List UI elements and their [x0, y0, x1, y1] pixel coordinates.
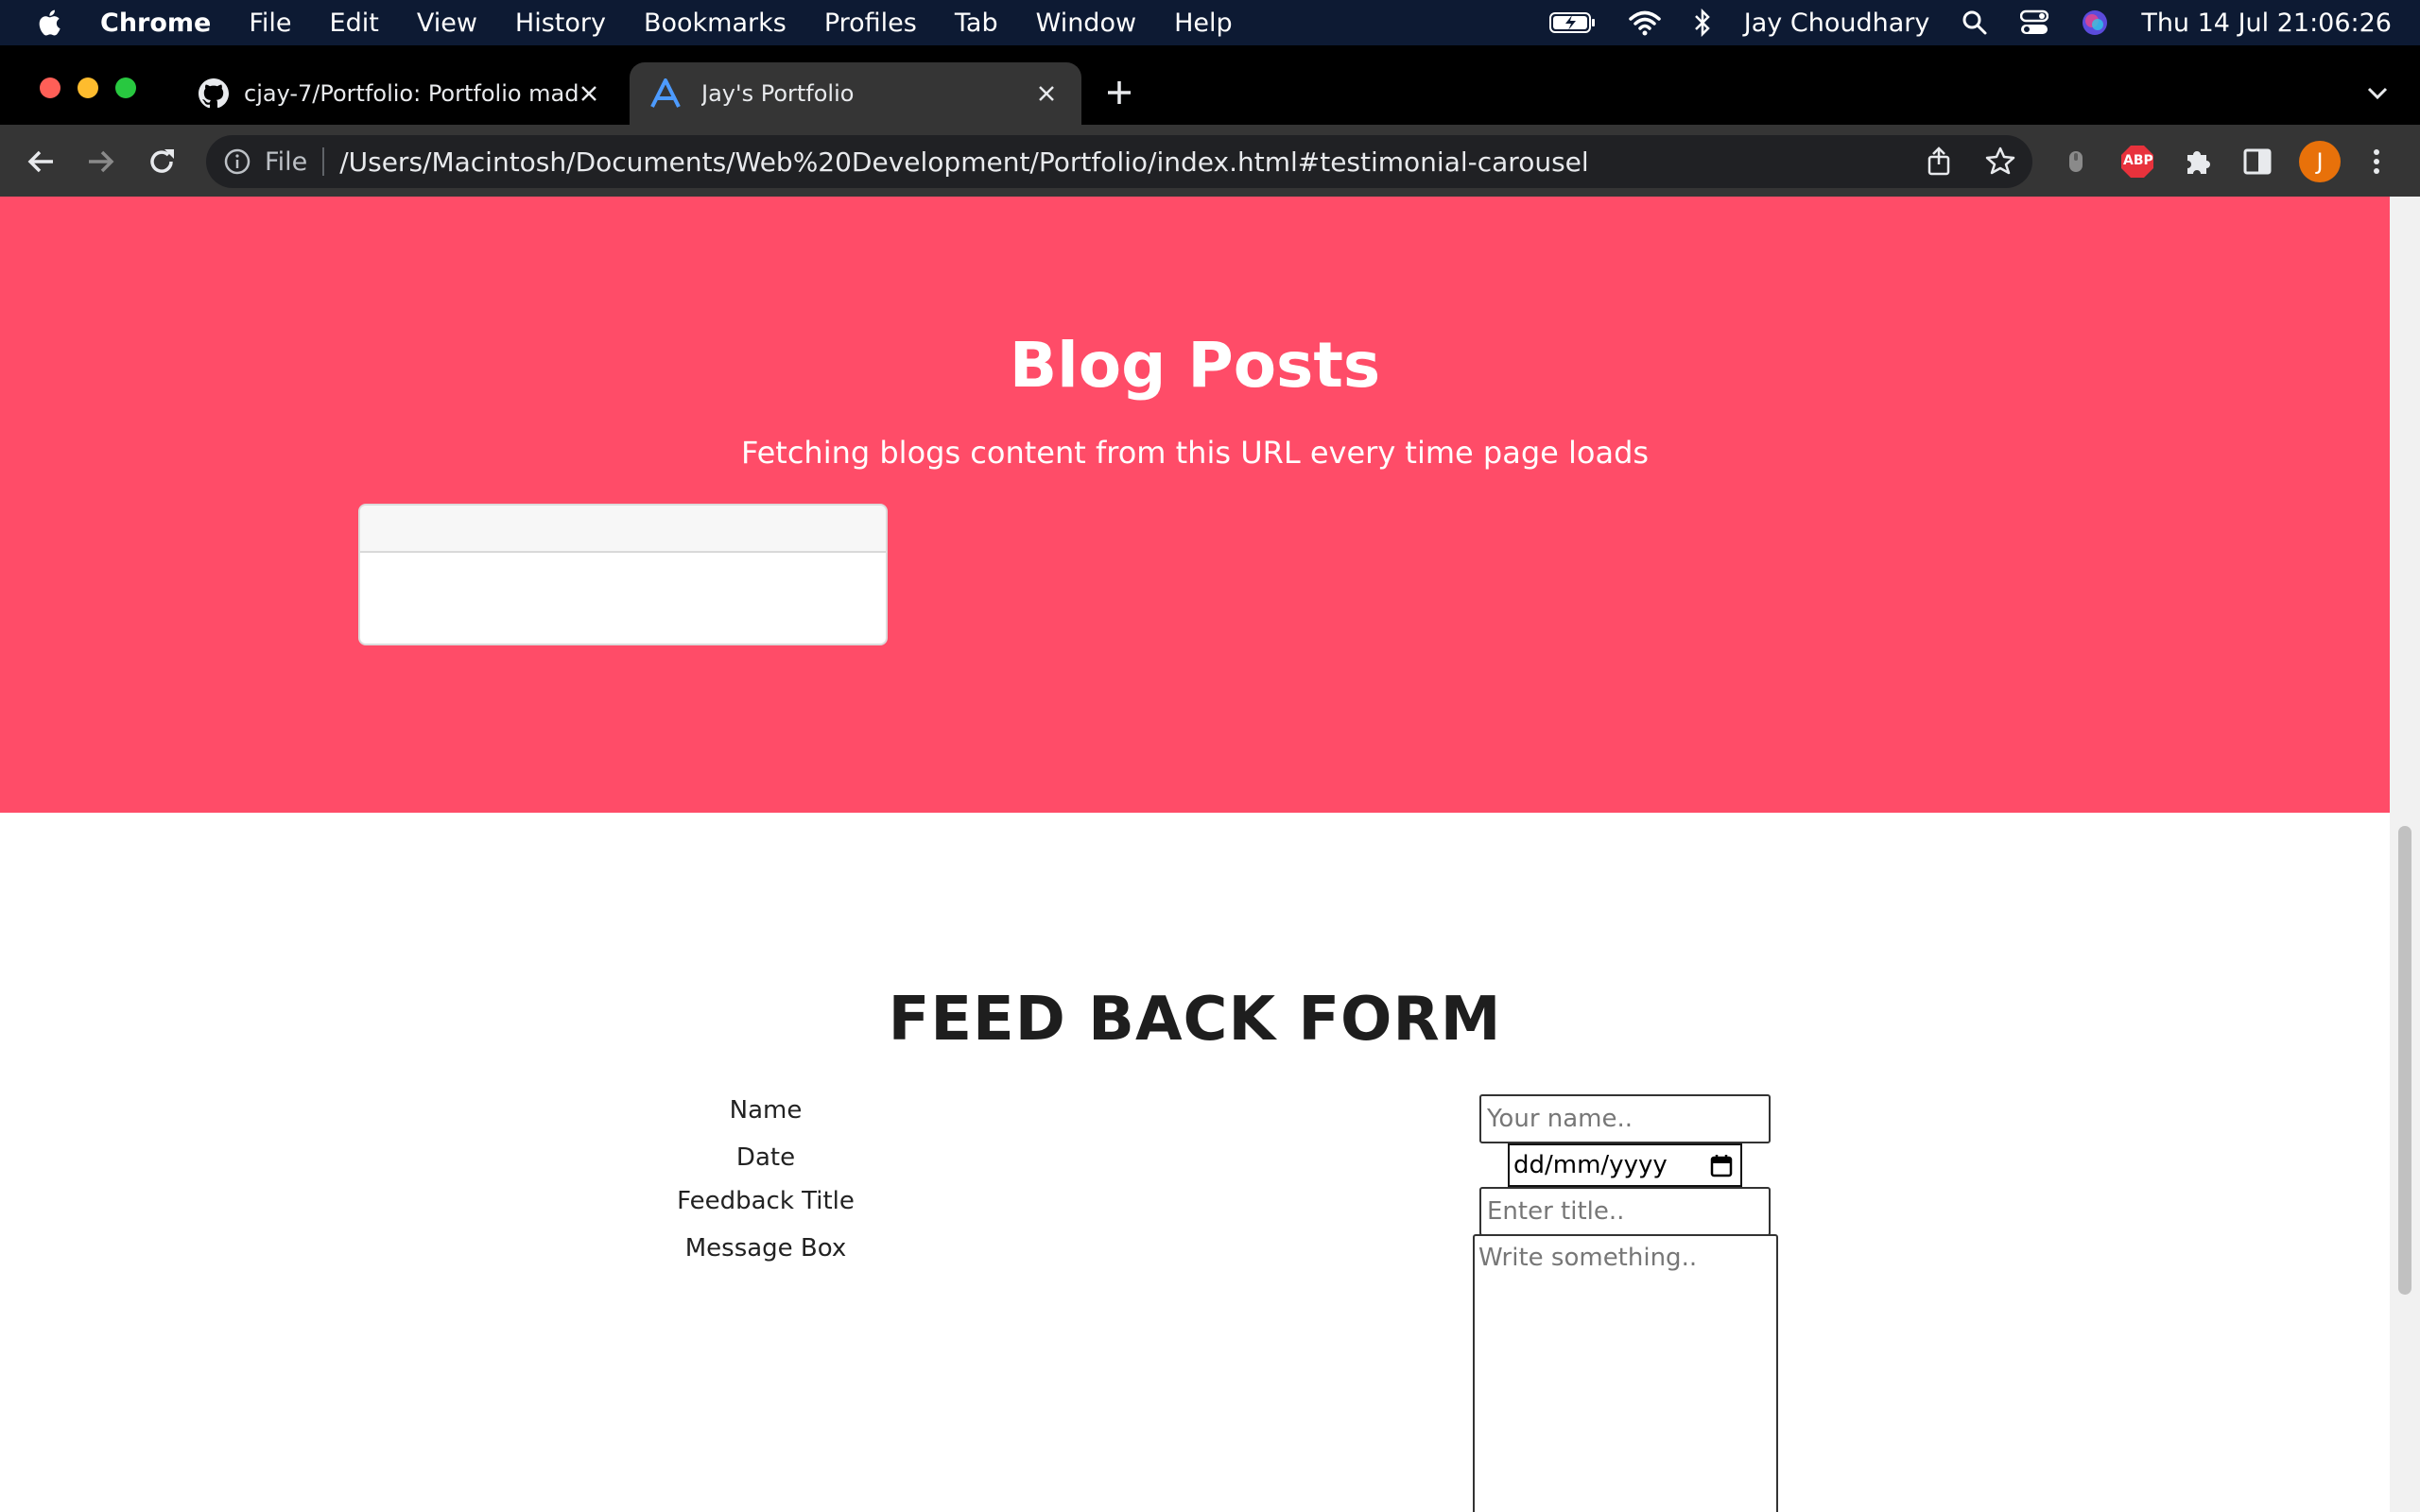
github-icon — [199, 78, 229, 109]
siri-icon[interactable] — [2081, 9, 2109, 37]
apple-icon[interactable] — [36, 8, 66, 38]
menu-history[interactable]: History — [515, 9, 606, 38]
calendar-icon[interactable] — [1710, 1153, 1733, 1177]
menu-edit[interactable]: Edit — [330, 9, 379, 38]
tab-title: Jay's Portfolio — [701, 80, 855, 107]
adblock-plus-label: ABP — [2123, 153, 2153, 168]
tab-portfolio[interactable]: Jay's Portfolio — [630, 62, 1081, 125]
scheme-label: File — [265, 146, 308, 177]
close-window-button[interactable] — [40, 77, 60, 98]
extension-mouse-icon[interactable] — [2063, 146, 2089, 178]
blog-subtitle: Fetching blogs content from this URL eve… — [740, 435, 1650, 471]
date-label: Date — [735, 1143, 796, 1172]
url-text[interactable]: /Users/Macintosh/Documents/Web%20Develop… — [339, 146, 1588, 178]
maximize-window-button[interactable] — [115, 77, 136, 98]
feedback-heading: FEED BACK FORM — [888, 985, 1502, 1055]
bookmark-star-icon[interactable] — [1985, 146, 2015, 176]
control-center-icon[interactable] — [2020, 9, 2049, 36]
new-tab-icon[interactable] — [1104, 77, 1134, 108]
feedback-title-label: Feedback Title — [677, 1187, 855, 1215]
extensions-puzzle-icon[interactable] — [2182, 146, 2214, 178]
menu-chrome[interactable]: Chrome — [100, 9, 211, 38]
minimize-window-button[interactable] — [78, 77, 98, 98]
blog-heading: Blog Posts — [1009, 329, 1381, 402]
blog-card[interactable] — [358, 504, 888, 645]
name-label: Name — [729, 1096, 803, 1125]
back-arrow-icon[interactable] — [25, 146, 57, 178]
wifi-icon[interactable] — [1629, 9, 1661, 36]
date-input[interactable]: dd/mm/yyyy — [1508, 1143, 1742, 1187]
status-area: Jay Choudhary Thu 14 Jul 21:06:26 — [1548, 0, 2392, 45]
menu-profiles[interactable]: Profiles — [824, 9, 917, 38]
blog-card-header — [360, 506, 886, 553]
menu-tab[interactable]: Tab — [955, 9, 998, 38]
feedback-form-section: FEED BACK FORM Name Date dd/mm/yyyy Feed… — [0, 813, 2390, 1512]
tab-github[interactable]: cjay-7/Portfolio: Portfolio made — [180, 62, 624, 125]
page-viewport: Blog Posts Fetching blogs content from t… — [0, 197, 2390, 1512]
feedback-title-input[interactable] — [1479, 1187, 1771, 1236]
address-bar[interactable]: File /Users/Macintosh/Documents/Web%20De… — [206, 135, 2032, 188]
blog-posts-section: Blog Posts Fetching blogs content from t… — [0, 197, 2390, 813]
menubar-username[interactable]: Jay Choudhary — [1744, 9, 1930, 38]
date-placeholder: dd/mm/yyyy — [1513, 1151, 1668, 1179]
tab-title: cjay-7/Portfolio: Portfolio made — [244, 80, 579, 107]
side-panel-icon[interactable] — [2242, 146, 2273, 177]
info-icon[interactable] — [223, 147, 251, 176]
menu-file[interactable]: File — [249, 9, 291, 38]
name-input[interactable] — [1479, 1094, 1771, 1143]
close-tab-icon[interactable] — [1032, 79, 1061, 108]
share-icon[interactable] — [1925, 146, 1953, 178]
battery-icon[interactable] — [1548, 10, 1597, 35]
macos-menu-bar: Chrome File Edit View History Bookmarks … — [0, 0, 2420, 45]
profile-initial: J — [2316, 148, 2324, 175]
scrollbar-thumb[interactable] — [2398, 826, 2411, 1295]
tab-search-chevron-icon[interactable] — [2363, 83, 2392, 104]
more-menu-icon[interactable] — [2365, 146, 2388, 178]
forward-arrow-icon[interactable] — [85, 146, 117, 178]
menu-bookmarks[interactable]: Bookmarks — [644, 9, 786, 38]
reload-icon[interactable] — [146, 146, 178, 178]
menubar-clock[interactable]: Thu 14 Jul 21:06:26 — [2141, 9, 2392, 38]
profile-avatar[interactable]: J — [2299, 141, 2341, 182]
search-icon[interactable] — [1962, 9, 1988, 36]
menu-help[interactable]: Help — [1174, 9, 1233, 38]
menu-window[interactable]: Window — [1036, 9, 1136, 38]
close-tab-icon[interactable] — [575, 79, 603, 108]
menu-view[interactable]: View — [417, 9, 477, 38]
portfolio-favicon — [650, 78, 681, 108]
bluetooth-icon[interactable] — [1693, 9, 1712, 37]
message-box-label: Message Box — [684, 1234, 847, 1263]
message-textarea[interactable] — [1473, 1234, 1778, 1512]
omnibox-divider — [322, 147, 325, 176]
